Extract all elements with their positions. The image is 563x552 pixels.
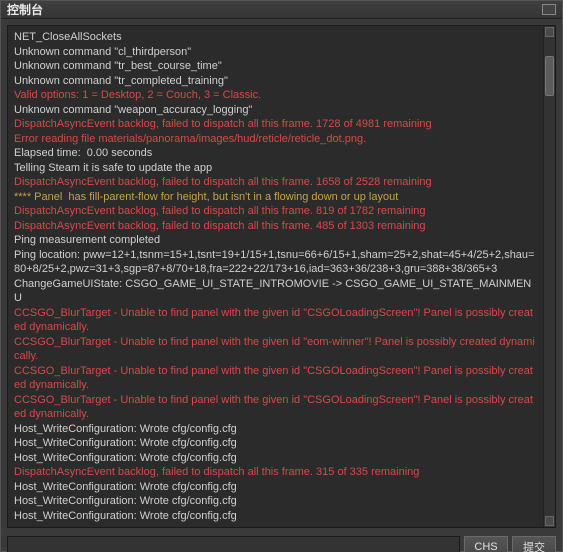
console-line: CCSGO_BlurTarget - Unable to find panel …	[14, 306, 537, 335]
console-line: Host_WriteConfiguration: Wrote cfg/confi…	[14, 494, 537, 509]
console-line: Unknown command "weapon_accuracy_logging…	[14, 103, 537, 118]
console-line: Host_WriteConfiguration: Wrote cfg/confi…	[14, 509, 537, 524]
console-line: Ping measurement completed	[14, 233, 537, 248]
console-line: Error reading file materials/panorama/im…	[14, 132, 537, 147]
console-line: DispatchAsyncEvent backlog, failed to di…	[14, 117, 537, 132]
console-window: 控制台 NET_CloseAllSocketsUnknown command "…	[0, 0, 563, 552]
console-line: Unknown command "cl_thirdperson"	[14, 45, 537, 60]
console-line: Unknown command "tr_best_course_time"	[14, 59, 537, 74]
scrollbar[interactable]	[543, 26, 555, 527]
console-line: Valid options: 1 = Desktop, 2 = Couch, 3…	[14, 88, 537, 103]
console-line: DispatchAsyncEvent backlog, failed to di…	[14, 465, 537, 480]
console-line: NET_CloseAllSockets	[14, 30, 537, 45]
input-bar: CHS 提交	[1, 532, 562, 552]
console-line: Unknown command "tr_completed_training"	[14, 74, 537, 89]
console-line: Telling Steam it is safe to update the a…	[14, 161, 537, 176]
console-input[interactable]	[7, 536, 460, 552]
console-line: CCSGO_BlurTarget - Unable to find panel …	[14, 364, 537, 393]
submit-button[interactable]: 提交	[512, 536, 556, 552]
console-line: Ping location: pww=12+1,tsnm=15+1,tsnt=1…	[14, 248, 537, 277]
console-line: Host_WriteConfiguration: Wrote cfg/confi…	[14, 436, 537, 451]
ime-indicator-button[interactable]: CHS	[464, 536, 508, 552]
console-line: Host_WriteConfiguration: Wrote cfg/confi…	[14, 422, 537, 437]
console-line: DispatchAsyncEvent backlog, failed to di…	[14, 204, 537, 219]
console-line: CCSGO_BlurTarget - Unable to find panel …	[14, 335, 537, 364]
console-line: Host_WriteConfiguration: Wrote cfg/confi…	[14, 451, 537, 466]
window-title: 控制台	[7, 1, 43, 18]
console-output[interactable]: NET_CloseAllSocketsUnknown command "cl_t…	[8, 26, 543, 527]
console-line: **** Panel has fill-parent-flow for heig…	[14, 190, 537, 205]
console-line: ChangeGameUIState: CSGO_GAME_UI_STATE_IN…	[14, 277, 537, 306]
titlebar[interactable]: 控制台	[1, 1, 562, 19]
console-line: DispatchAsyncEvent backlog, failed to di…	[14, 219, 537, 234]
scroll-down-icon[interactable]	[545, 516, 554, 526]
scroll-thumb[interactable]	[545, 56, 554, 96]
console-line: DispatchAsyncEvent backlog, failed to di…	[14, 175, 537, 190]
console-line: Host_WriteConfiguration: Wrote cfg/confi…	[14, 480, 537, 495]
console-output-wrap: NET_CloseAllSocketsUnknown command "cl_t…	[7, 25, 556, 528]
console-line: CCSGO_BlurTarget - Unable to find panel …	[14, 393, 537, 422]
window-control-icon[interactable]	[542, 4, 556, 15]
console-line: Elapsed time: 0.00 seconds	[14, 146, 537, 161]
scroll-up-icon[interactable]	[545, 27, 554, 37]
